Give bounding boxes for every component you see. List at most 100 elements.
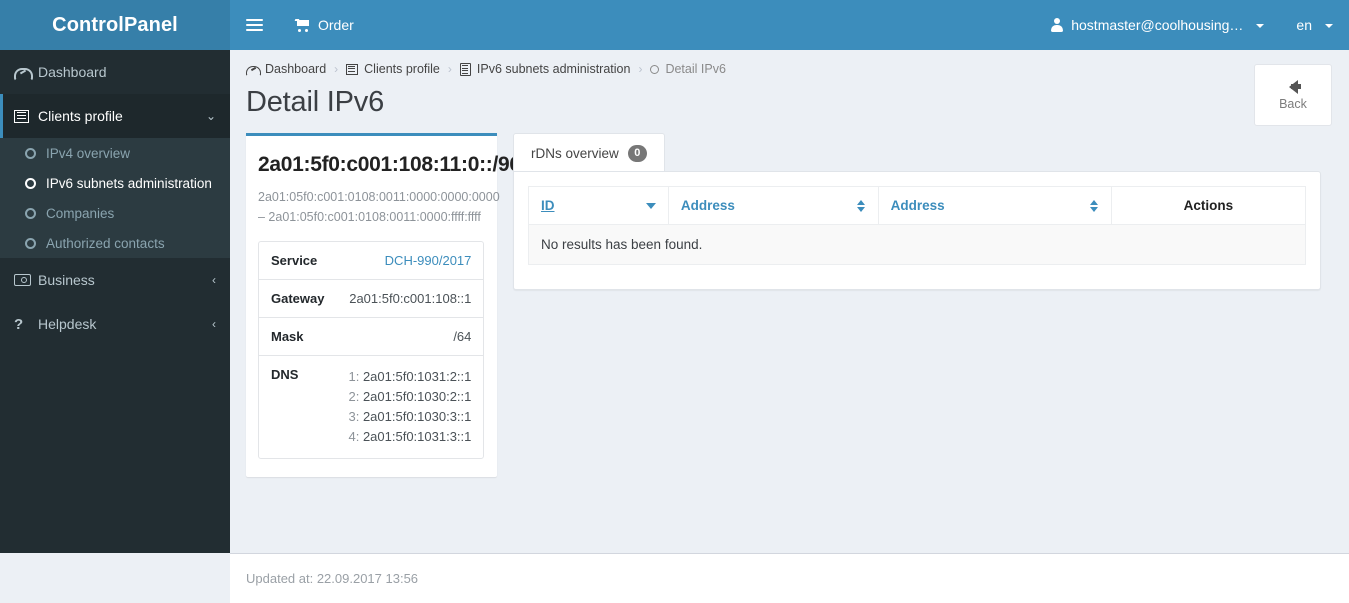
- sidebar: Dashboard Clients profile ⌄ IPv4 overvie…: [0, 50, 230, 553]
- chevron-down-icon: [1325, 24, 1333, 28]
- column-header-id[interactable]: ID: [528, 186, 669, 225]
- table-row: Service DCH-990/2017: [259, 242, 483, 279]
- circle-icon: [25, 207, 36, 219]
- main-row: 2a01:5f0:c001:108:11:0::/96 2a01:05f0:c0…: [230, 119, 1349, 477]
- column-header-link[interactable]: Address: [891, 198, 945, 213]
- chevron-left-icon: ‹: [212, 317, 216, 331]
- sidebar-item-authorized-contacts[interactable]: Authorized contacts: [0, 228, 230, 258]
- top-navbar: ControlPanel Order hostmaster@coolhousin…: [0, 0, 1349, 50]
- sidebar-item-clients-profile[interactable]: Clients profile ⌄: [0, 94, 230, 138]
- navbar-left: Order: [230, 0, 370, 50]
- money-icon: [14, 274, 36, 286]
- column-header-actions: Actions: [1110, 186, 1307, 225]
- sidebar-item-label: Business: [38, 272, 95, 288]
- breadcrumb-separator: ›: [447, 62, 452, 76]
- subnet-detail-table: Service DCH-990/2017 Gateway 2a01:5f0:c0…: [258, 241, 485, 459]
- circle-icon: [650, 64, 660, 74]
- brand-logo[interactable]: ControlPanel: [0, 0, 230, 50]
- page-title: Detail IPv6: [246, 86, 385, 118]
- footer: Updated at: 22.09.2017 13:56: [230, 553, 1349, 603]
- breadcrumb-item-detail-ipv6: Detail IPv6: [650, 62, 726, 76]
- column-header-link[interactable]: ID: [541, 198, 555, 213]
- subnet-range: 2a01:05f0:c001:0108:0011:0000:0000:0000 …: [258, 187, 500, 227]
- circle-icon: [25, 177, 36, 189]
- table-row: Mask /64: [259, 317, 484, 355]
- breadcrumb-label: Dashboard: [265, 62, 327, 76]
- subnet-detail-card: 2a01:5f0:c001:108:11:0::/96 2a01:05f0:c0…: [246, 133, 521, 477]
- table-row: Gateway 2a01:5f0:c001:108::1: [259, 279, 484, 317]
- column-header-address-1[interactable]: Address: [667, 186, 879, 225]
- chevron-left-icon: ‹: [212, 273, 216, 287]
- language-menu-button[interactable]: en: [1280, 0, 1349, 50]
- service-link[interactable]: DCH-990/2017: [385, 253, 472, 268]
- sidebar-submenu-clients-profile: IPv4 overview IPv6 subnets administratio…: [0, 138, 230, 258]
- dns-value: 2a01:5f0:1030:3::1: [362, 409, 472, 424]
- tab-rdns-overview[interactable]: rDNs overview 0: [513, 133, 665, 172]
- dns-entry: 4: 2a01:5f0:1031:3::1: [348, 427, 471, 447]
- circle-icon: [25, 147, 36, 159]
- breadcrumb-item-ipv6-subnets-administration[interactable]: IPv6 subnets administration: [459, 62, 631, 76]
- sort-both-icon[interactable]: [1089, 199, 1099, 213]
- sidebar-item-ipv4-overview[interactable]: IPv4 overview: [0, 138, 230, 168]
- breadcrumb-separator: ›: [638, 62, 643, 76]
- sidebar-item-companies[interactable]: Companies: [0, 198, 230, 228]
- breadcrumb-label: IPv6 subnets administration: [476, 62, 631, 76]
- app-root: ControlPanel Order hostmaster@coolhousin…: [0, 0, 1349, 603]
- rdns-table-body: No results has been found.: [528, 224, 1306, 265]
- sidebar-subitem-label: IPv4 overview: [46, 145, 131, 161]
- dns-value: 2a01:5f0:1030:2::1: [362, 389, 472, 404]
- tab-label: rDNs overview: [531, 145, 619, 161]
- hamburger-icon: [246, 18, 263, 32]
- back-button-label: Back: [1279, 96, 1307, 111]
- detail-value: DCH-990/2017: [336, 242, 483, 279]
- user-icon: [1050, 18, 1063, 32]
- question-mark-icon: ?: [14, 315, 24, 333]
- dns-value: 2a01:5f0:1031:2::1: [362, 369, 472, 384]
- column-header-link[interactable]: Address: [681, 198, 735, 213]
- dns-index: 4:: [348, 429, 360, 444]
- back-button[interactable]: Back: [1254, 64, 1332, 126]
- breadcrumb-item-clients-profile[interactable]: Clients profile: [346, 62, 440, 76]
- sidebar-item-label: Clients profile: [38, 108, 123, 124]
- subnet-range-line-1: 2a01:05f0:c001:0108:0011:0000:0000:0000: [258, 190, 500, 204]
- rdns-table-head: ID Address Address Actions: [528, 186, 1307, 225]
- sidebar-subitem-label: IPv6 subnets administration: [46, 175, 212, 191]
- sidebar-item-ipv6-subnets-administration[interactable]: IPv6 subnets administration: [0, 168, 230, 198]
- breadcrumb-separator: ›: [334, 62, 339, 76]
- order-button[interactable]: Order: [279, 0, 370, 50]
- sidebar-item-label: Helpdesk: [38, 316, 97, 332]
- empty-message: No results has been found.: [528, 224, 1306, 265]
- table-row-empty: No results has been found.: [528, 224, 1306, 265]
- subnet-range-line-2: – 2a01:05f0:c001:0108:0011:0000:ffff:fff…: [258, 210, 481, 224]
- dns-index: 3:: [348, 409, 360, 424]
- sidebar-item-dashboard[interactable]: Dashboard: [0, 50, 230, 94]
- sidebar-subitem-label: Companies: [46, 205, 115, 221]
- dns-entry: 2: 2a01:5f0:1030:2::1: [348, 387, 471, 407]
- rdns-table: ID Address Address Actions No results ha…: [528, 186, 1307, 265]
- sidebar-item-helpdesk[interactable]: ? Helpdesk ‹: [0, 302, 230, 346]
- sidebar-item-label: Dashboard: [38, 64, 107, 80]
- tab-panel-rdns-overview: ID Address Address Actions No results ha…: [513, 171, 1321, 290]
- circle-icon: [25, 237, 36, 249]
- dns-list: 1: 2a01:5f0:1031:2::1 2: 2a01:5f0:1030:2…: [336, 355, 484, 458]
- dns-entry: 1: 2a01:5f0:1031:2::1: [348, 367, 471, 387]
- list-icon: [346, 63, 359, 75]
- chevron-down-icon: ⌄: [205, 109, 216, 123]
- sidebar-toggle-button[interactable]: [230, 0, 279, 50]
- footer-updated-at: Updated at: 22.09.2017 13:56: [246, 571, 419, 586]
- breadcrumb-item-dashboard[interactable]: Dashboard: [246, 62, 326, 76]
- sort-both-icon[interactable]: [856, 199, 866, 213]
- language-label: en: [1296, 17, 1312, 33]
- sidebar-item-business[interactable]: Business ‹: [0, 258, 230, 302]
- column-header-address-2[interactable]: Address: [877, 186, 1112, 225]
- user-menu-button[interactable]: hostmaster@coolhousing…: [1034, 0, 1280, 50]
- tab-badge-count: 0: [627, 144, 647, 162]
- detail-key: Mask: [259, 317, 337, 355]
- breadcrumb-label: Clients profile: [364, 62, 440, 76]
- sort-descending-icon[interactable]: [645, 202, 656, 209]
- list-icon: [14, 109, 36, 123]
- dashboard-icon: [14, 66, 36, 81]
- dns-entry: 3: 2a01:5f0:1030:3::1: [348, 407, 471, 427]
- arrow-left-icon: [1288, 79, 1301, 94]
- breadcrumb-label: Detail IPv6: [665, 62, 726, 76]
